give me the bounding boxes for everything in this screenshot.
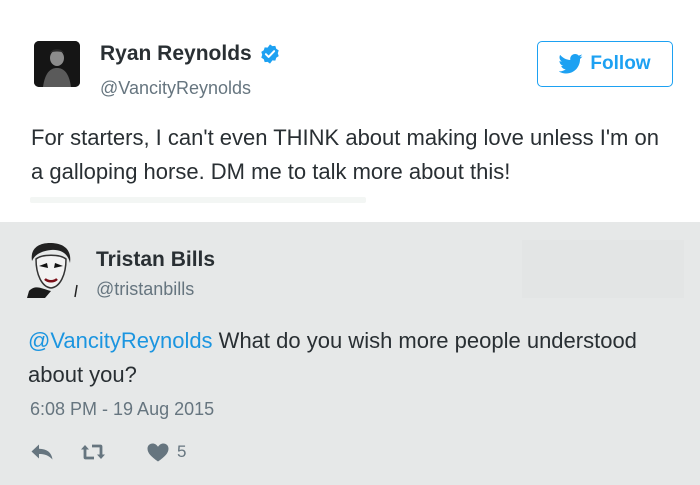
reply-tweet-text: For starters, I can't even THINK about m… xyxy=(31,125,659,184)
reply-icon xyxy=(31,444,53,460)
follow-button[interactable]: Follow xyxy=(537,41,673,87)
like-count: 5 xyxy=(177,442,187,461)
reply-author-row: Ryan Reynolds xyxy=(100,42,281,66)
reply-author-handle[interactable]: @VancityReynolds xyxy=(100,78,251,99)
reply-button[interactable] xyxy=(30,441,54,463)
retweet-button[interactable] xyxy=(80,441,106,463)
tweet-timestamp[interactable]: 6:08 PM - 19 Aug 2015 xyxy=(30,399,214,420)
twitter-bird-icon xyxy=(559,54,583,74)
tristan-bills-avatar[interactable] xyxy=(24,241,82,299)
reply-author-name[interactable]: Ryan Reynolds xyxy=(100,42,252,66)
follow-button-label: Follow xyxy=(590,53,651,74)
parent-author-handle[interactable]: @tristanbills xyxy=(96,279,194,300)
parent-author-name[interactable]: Tristan Bills xyxy=(96,248,215,272)
verified-badge-icon xyxy=(261,44,279,64)
mention-link[interactable]: @VancityReynolds xyxy=(28,328,213,353)
faint-divider xyxy=(30,197,366,203)
parent-tweet-text: @VancityReynolds What do you wish more p… xyxy=(28,324,668,392)
heart-icon xyxy=(147,443,169,461)
like-button[interactable]: 5 xyxy=(147,441,186,463)
faint-artifact xyxy=(522,240,684,298)
ryan-reynolds-avatar[interactable] xyxy=(34,41,80,87)
retweet-icon xyxy=(81,444,105,460)
